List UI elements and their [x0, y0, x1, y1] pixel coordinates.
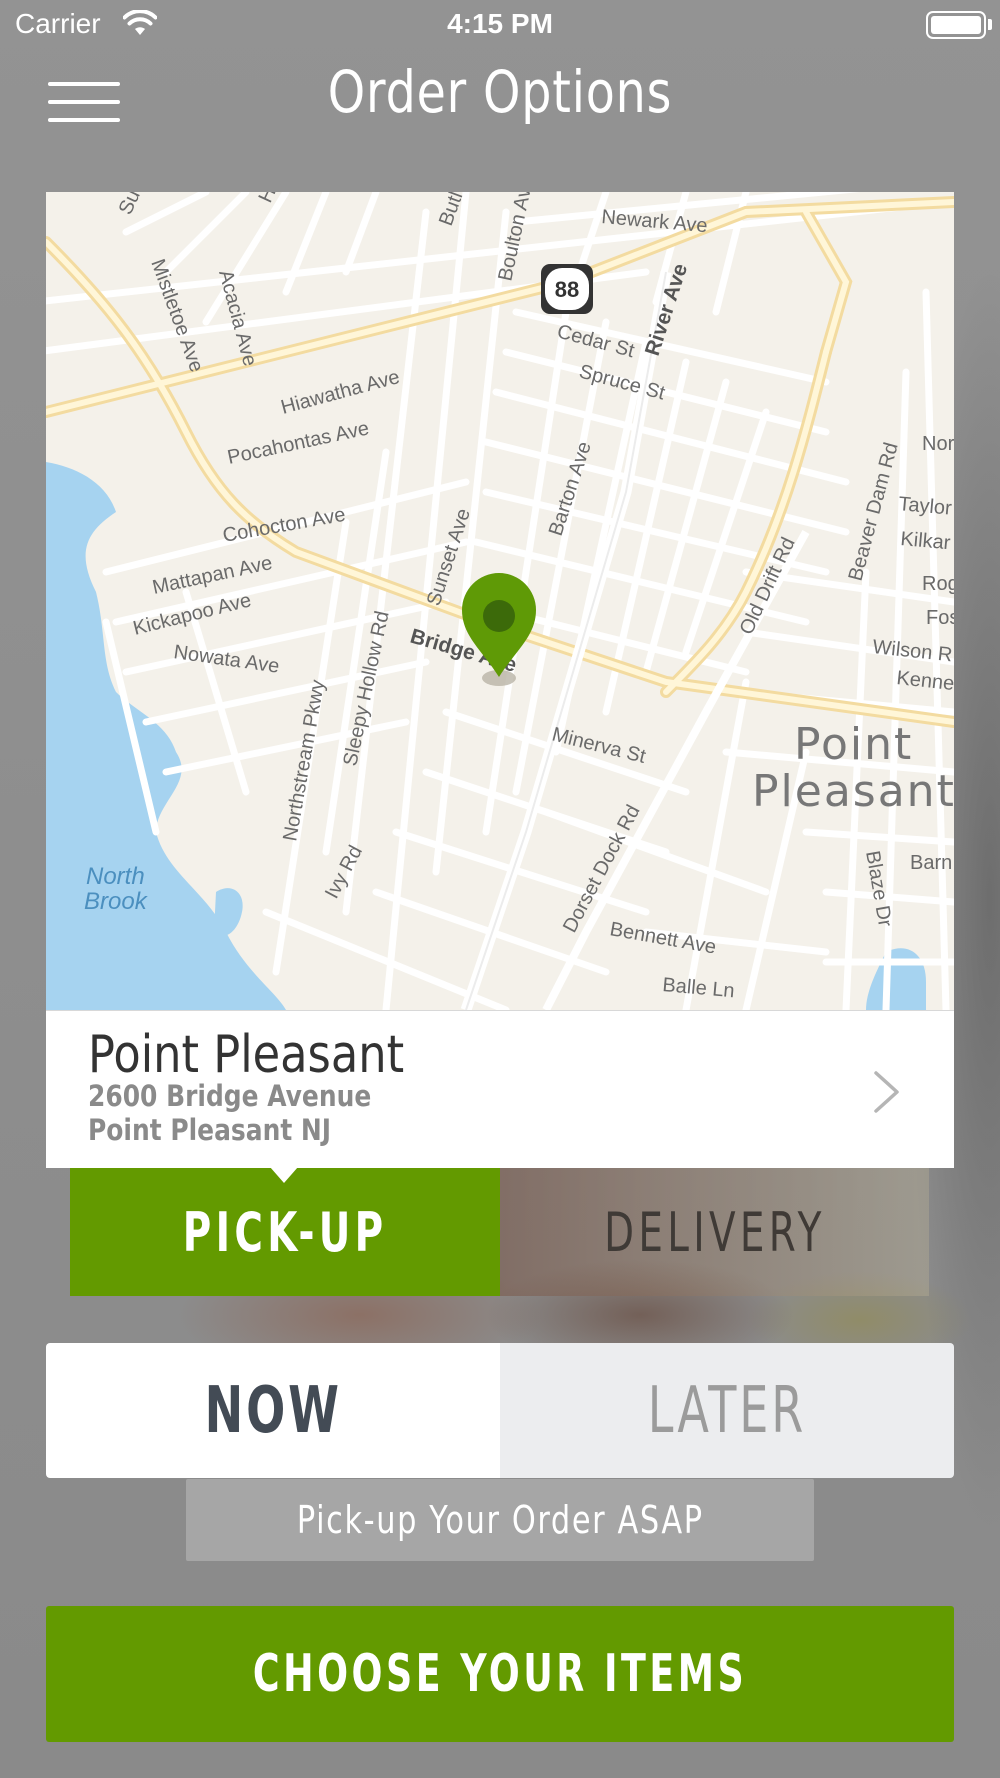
delivery-tab[interactable]: DELIVERY: [500, 1168, 929, 1296]
later-tab[interactable]: LATER: [500, 1343, 954, 1478]
order-time-toggle: NOW LATER: [46, 1343, 954, 1478]
map-town-label-line2: Pleasant: [752, 766, 954, 817]
now-label: NOW: [204, 1373, 342, 1448]
selected-notch: [270, 1167, 298, 1183]
store-map[interactable]: Newark Ave Boulton Av Butl Mistletoe Ave…: [46, 192, 954, 1010]
map-label-barn: Barn: [910, 852, 952, 874]
battery-icon: [926, 11, 986, 39]
status-bar: Carrier 4:15 PM: [0, 0, 1000, 50]
store-address-line2: Point Pleasant NJ: [88, 1113, 332, 1147]
route-shield-number: 88: [555, 277, 579, 302]
clock: 4:15 PM: [447, 8, 553, 39]
map-town-label-line1: Point: [794, 719, 913, 770]
delivery-label: DELIVERY: [603, 1200, 826, 1264]
pickup-tab[interactable]: PICK-UP: [70, 1167, 500, 1296]
store-address-line1: 2600 Bridge Avenue: [88, 1079, 372, 1113]
map-label-rog: Rog: [922, 573, 954, 595]
choose-items-label: CHOOSE YOUR ITEMS: [252, 1644, 748, 1704]
order-method-toggle: PICK-UP DELIVERY: [70, 1167, 929, 1296]
battery-tip: [988, 19, 992, 30]
map-label-fos: Fos: [926, 607, 954, 629]
route-shield-icon: 88: [541, 264, 593, 314]
choose-items-button[interactable]: CHOOSE YOUR ITEMS: [46, 1606, 954, 1742]
map-label-kilkar: Kilkar: [900, 528, 952, 554]
map-label-taylor: Taylor: [898, 493, 953, 520]
map-label-nor: Nor: [922, 433, 954, 455]
store-location-card[interactable]: Point Pleasant 2600 Bridge Avenue Point …: [46, 1010, 954, 1168]
chevron-right-icon[interactable]: [872, 1069, 902, 1115]
map-water-label-line2: Brook: [84, 888, 149, 915]
later-label: LATER: [647, 1373, 807, 1448]
order-time-hint-label: Pick-up Your Order ASAP: [296, 1498, 704, 1542]
page-title: Order Options: [327, 58, 673, 126]
map-water-label-line1: North: [86, 863, 145, 890]
now-tab[interactable]: NOW: [46, 1343, 500, 1478]
pickup-label: PICK-UP: [182, 1200, 388, 1264]
store-name: Point Pleasant: [88, 1025, 405, 1085]
order-time-hint: Pick-up Your Order ASAP: [186, 1479, 814, 1561]
